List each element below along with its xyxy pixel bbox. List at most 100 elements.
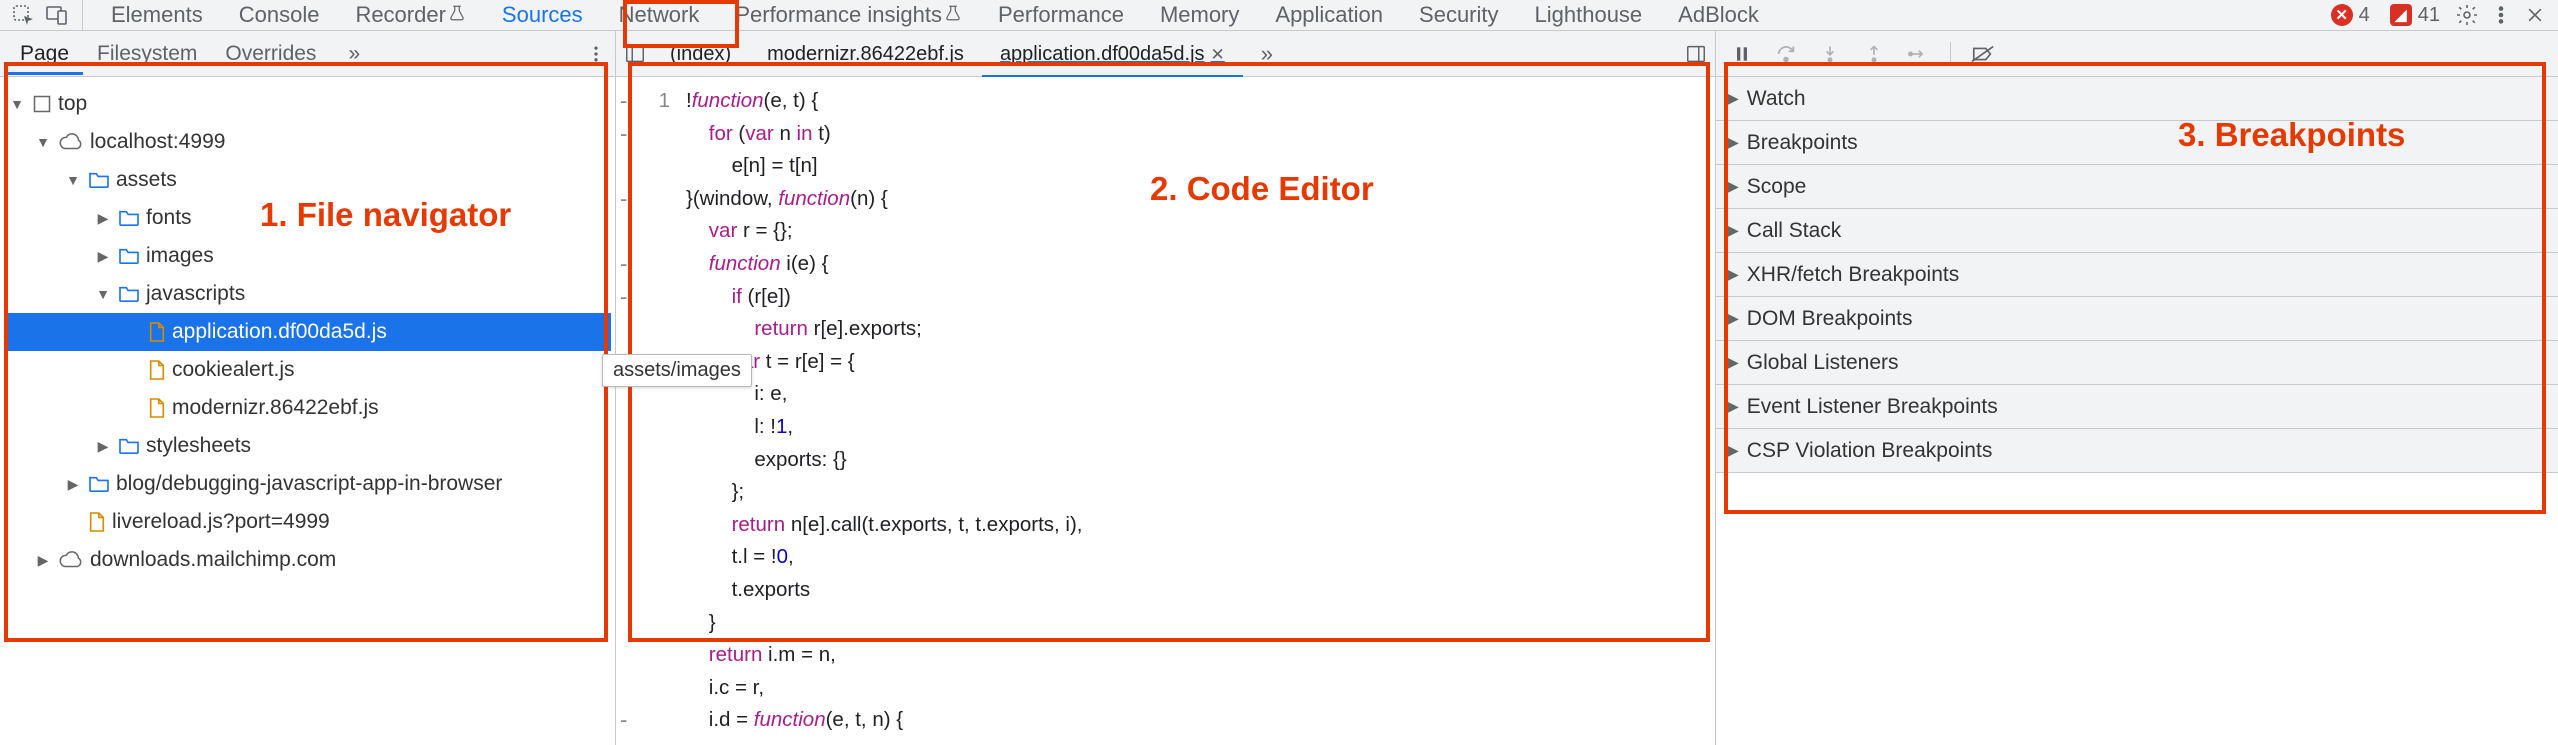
tree-node[interactable]: ▼javascripts (4, 275, 611, 313)
navigator-more-icon[interactable]: » (334, 32, 374, 76)
disclosure-triangle-icon[interactable]: ▶ (1728, 222, 1739, 239)
editor-tab[interactable]: application.df00da5d.js✕ (982, 33, 1243, 78)
divider (1950, 42, 1951, 66)
editor-tab[interactable]: (index) (652, 33, 749, 75)
error-badge[interactable]: ✕ 4 (2323, 4, 2378, 27)
close-devtools-icon[interactable] (2520, 0, 2550, 30)
step-out-icon[interactable] (1862, 42, 1886, 66)
toggle-navigator-icon[interactable] (622, 41, 648, 67)
editor-tab[interactable]: modernizr.86422ebf.js (749, 33, 982, 75)
disclosure-triangle-icon[interactable]: ▶ (94, 248, 112, 265)
issue-badge[interactable]: ◢ 41 (2382, 4, 2448, 27)
issue-count: 41 (2418, 4, 2440, 27)
navigator-tab-filesystem[interactable]: Filesystem (83, 32, 211, 75)
disclosure-triangle-icon[interactable]: ▶ (1728, 266, 1739, 283)
fold-icon[interactable]: - (620, 704, 627, 737)
navigator-tab-overrides[interactable]: Overrides (211, 32, 330, 75)
debugger-section[interactable]: ▶ Event Listener Breakpoints (1716, 385, 2558, 429)
disclosure-triangle-icon[interactable]: ▶ (1728, 310, 1739, 327)
debugger-section[interactable]: ▶Call Stack (1716, 209, 2558, 253)
settings-gear-icon[interactable] (2452, 0, 2482, 30)
frame-icon (32, 94, 52, 114)
fold-icon[interactable]: - (620, 183, 627, 216)
section-title: Breakpoints (1747, 131, 1858, 155)
disclosure-triangle-icon[interactable]: ▶ (1728, 398, 1739, 415)
fold-icon[interactable]: - (620, 118, 627, 151)
tree-node[interactable]: ▼localhost:4999 (4, 123, 611, 161)
file-tree[interactable]: ▼top▼localhost:4999▼assets▶fonts▶images▼… (0, 77, 615, 587)
section-title: CSP Violation Breakpoints (1747, 439, 1993, 463)
debugger-section[interactable]: ▶ Breakpoints (1716, 121, 2558, 165)
tree-node[interactable]: livereload.js?port=4999 (4, 503, 611, 541)
file-js-icon (148, 321, 166, 343)
debugger-section[interactable]: ▶ XHR/fetch Breakpoints (1716, 253, 2558, 297)
code-editor-panel: (index)modernizr.86422ebf.jsapplication.… (616, 31, 1716, 745)
tree-node[interactable]: ▶ stylesheets (4, 427, 611, 465)
hover-tooltip: assets/images (602, 354, 752, 387)
toggle-debugger-icon[interactable] (1683, 41, 1709, 67)
fold-icon[interactable]: - (620, 85, 627, 118)
disclosure-triangle-icon[interactable]: ▼ (64, 172, 82, 188)
debugger-section[interactable]: ▶ DOM Breakpoints (1716, 297, 2558, 341)
section-title: Event Listener Breakpoints (1747, 395, 1998, 419)
disclosure-triangle-icon[interactable]: ▼ (94, 286, 112, 302)
tree-node[interactable]: ▶fonts (4, 199, 611, 237)
disclosure-triangle-icon[interactable]: ▶ (64, 476, 82, 493)
device-toggle-icon[interactable] (42, 0, 72, 30)
file-navigator-panel: PageFilesystemOverrides » ▼top▼localhost… (0, 31, 616, 745)
more-vert-icon[interactable] (2486, 0, 2516, 30)
disclosure-triangle-icon[interactable]: ▶ (1728, 134, 1739, 151)
file-js-icon (148, 359, 166, 381)
fold-icon[interactable]: - (620, 281, 627, 314)
disclosure-triangle-icon[interactable]: ▼ (8, 96, 26, 112)
tree-node[interactable]: modernizr.86422ebf.js (4, 389, 611, 427)
step-over-icon[interactable] (1774, 42, 1798, 66)
code-content[interactable]: !function(e, t) { for (var n in t) e[n] … (678, 77, 1087, 745)
tree-node[interactable]: ▶downloads.mailchimp.com (4, 541, 611, 579)
tree-node[interactable]: application.df00da5d.js (4, 313, 611, 351)
disclosure-triangle-icon[interactable]: ▶ (1728, 90, 1739, 107)
tree-label: stylesheets (146, 434, 251, 458)
editor-gutter[interactable]: -1------ (616, 77, 678, 745)
disclosure-triangle-icon[interactable]: ▶ (1728, 178, 1739, 195)
tree-node[interactable]: cookiealert.js (4, 351, 611, 389)
file-js-icon (88, 511, 106, 533)
navigator-menu-icon[interactable] (583, 41, 609, 67)
line-number[interactable]: 1 (649, 85, 670, 118)
tree-label: cookiealert.js (172, 358, 295, 382)
cloud-icon (58, 551, 84, 569)
tree-node[interactable]: ▼assets (4, 161, 611, 199)
tree-node[interactable]: ▶images (4, 237, 611, 275)
folder-icon (88, 171, 110, 189)
tree-node[interactable]: ▶blog/debugging-javascript-app-in-browse… (4, 465, 611, 503)
section-title: DOM Breakpoints (1747, 307, 1913, 331)
deactivate-breakpoints-icon[interactable] (1971, 42, 1995, 66)
disclosure-triangle-icon[interactable]: ▶ (1728, 354, 1739, 371)
debugger-section[interactable]: ▶Watch (1716, 77, 2558, 121)
pause-resume-icon[interactable] (1730, 42, 1754, 66)
step-icon[interactable] (1906, 42, 1930, 66)
editor-more-tabs-icon[interactable]: » (1247, 31, 1287, 77)
disclosure-triangle-icon[interactable]: ▼ (34, 134, 52, 150)
navigator-tab-page[interactable]: Page (6, 32, 83, 75)
step-into-icon[interactable] (1818, 42, 1842, 66)
folder-icon (118, 247, 140, 265)
tree-node[interactable]: ▼top (4, 85, 611, 123)
beaker-icon (448, 4, 466, 22)
debugger-panel: ▶Watch▶Breakpoints▶Scope▶Call Stack▶XHR/… (1716, 31, 2558, 745)
disclosure-triangle-icon[interactable]: ▶ (94, 210, 112, 227)
disclosure-triangle-icon[interactable]: ▶ (34, 552, 52, 569)
fold-icon[interactable]: - (620, 248, 627, 281)
tree-label: modernizr.86422ebf.js (172, 396, 379, 420)
section-title: XHR/fetch Breakpoints (1747, 263, 1959, 287)
debugger-toolbar (1716, 31, 2558, 77)
close-tab-icon[interactable]: ✕ (1211, 45, 1225, 64)
disclosure-triangle-icon[interactable]: ▶ (94, 438, 112, 455)
debugger-section[interactable]: ▶Scope (1716, 165, 2558, 209)
code-editor[interactable]: -1------ !function(e, t) { for (var n in… (616, 77, 1715, 745)
folder-icon (118, 437, 140, 455)
disclosure-triangle-icon[interactable]: ▶ (1728, 442, 1739, 459)
debugger-section[interactable]: ▶ CSP Violation Breakpoints (1716, 429, 2558, 473)
debugger-section[interactable]: ▶Global Listeners (1716, 341, 2558, 385)
inspect-element-icon[interactable] (8, 0, 38, 30)
